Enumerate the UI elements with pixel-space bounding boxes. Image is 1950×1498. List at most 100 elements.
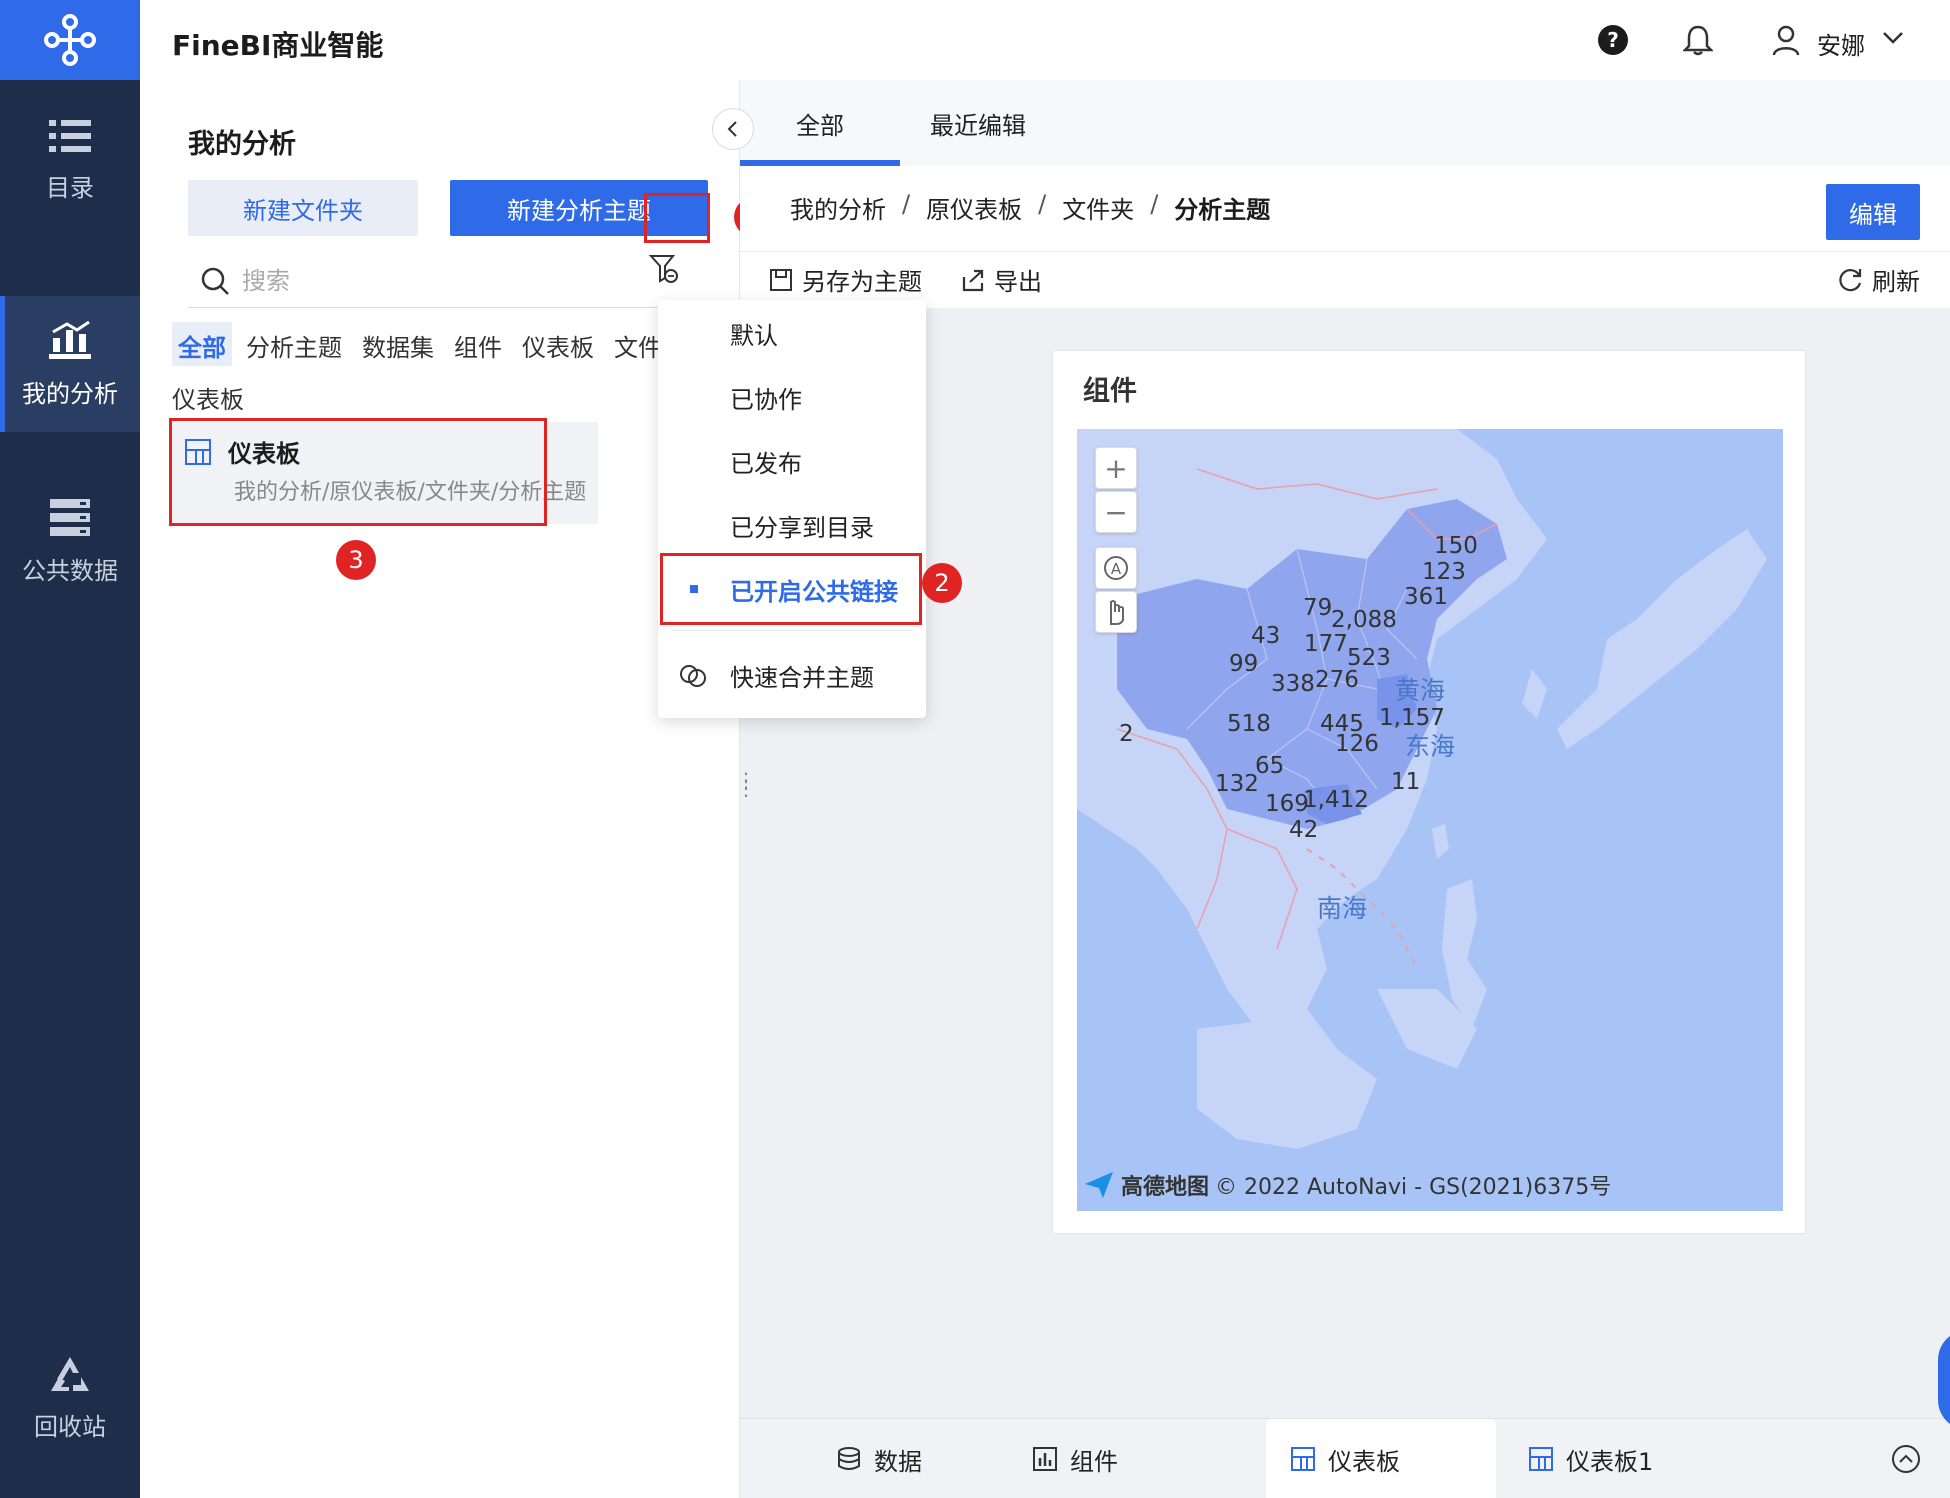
analysis-panel: 我的分析 新建文件夹 新建分析主题 1 全部 分析主题 数据集 组件 仪表板 文… xyxy=(140,80,774,1498)
zoom-out-button[interactable]: − xyxy=(1095,491,1137,533)
map-label: 276 xyxy=(1315,667,1359,693)
map-label: 43 xyxy=(1251,623,1281,649)
map-label: 1,412 xyxy=(1303,787,1369,813)
map-label: 338 xyxy=(1271,671,1315,697)
map-attribution-text: © 2022 AutoNavi - GS(2021)6375号 xyxy=(1215,1175,1612,1200)
crumb-folder[interactable]: 文件夹 xyxy=(1062,190,1134,225)
sheet-tab-dashboard1[interactable]: 仪表板1 xyxy=(1528,1419,1728,1498)
menu-item-shared-to-catalog[interactable]: 已分享到目录 xyxy=(658,494,926,556)
filter-menu: 默认 已协作 已发布 已分享到目录 已开启公共链接 快速合并主题 xyxy=(658,300,926,718)
amap-logo-icon xyxy=(1085,1172,1113,1198)
callout-box-result xyxy=(169,418,547,526)
crumb-original-dashboard[interactable]: 原仪表板 xyxy=(926,190,1022,225)
main-area: 全部 最近编辑 我的分析 / 原仪表板 / 文件夹 / 分析主题 编辑 另存为主… xyxy=(740,80,1950,1498)
svg-text:A: A xyxy=(1111,560,1122,578)
filter-tab-component[interactable]: 组件 xyxy=(448,322,508,366)
app-root: 目录 我的分析 公共数据 回收站 FineBI商业智能 ? 安娜 我的分析 新建… xyxy=(0,0,1950,1498)
map-label: 99 xyxy=(1229,651,1259,677)
app-logo[interactable] xyxy=(0,0,140,80)
sheet-tab-data[interactable]: 数据 xyxy=(836,1419,996,1498)
nav-label-catalog: 目录 xyxy=(46,173,94,202)
map-label: 150 xyxy=(1434,533,1478,559)
expand-up-icon[interactable] xyxy=(1890,1443,1922,1479)
nav-item-my-analysis[interactable]: 我的分析 xyxy=(0,296,140,432)
crumb-my-analysis[interactable]: 我的分析 xyxy=(790,190,886,225)
search-icon xyxy=(201,267,229,295)
sheet-tab-data-label: 数据 xyxy=(874,1447,922,1476)
map-label: 123 xyxy=(1422,559,1466,585)
sheet-tab-component-label: 组件 xyxy=(1070,1447,1118,1476)
user-name[interactable]: 安娜 xyxy=(1817,26,1865,61)
filter-tab-theme[interactable]: 分析主题 xyxy=(240,322,348,366)
save-as-theme-button[interactable]: 另存为主题 xyxy=(768,262,922,297)
filter-button[interactable] xyxy=(644,244,684,292)
crumb-analysis-theme: 分析主题 xyxy=(1174,196,1271,224)
export-icon xyxy=(962,269,984,291)
svg-text:?: ? xyxy=(1607,28,1619,52)
menu-divider xyxy=(672,630,912,631)
panel-resize-handle[interactable]: ⋮ ⋮ xyxy=(736,770,756,798)
collapse-panel-button[interactable] xyxy=(712,108,754,150)
export-button[interactable]: 导出 xyxy=(960,262,1042,297)
search-input[interactable] xyxy=(242,262,622,300)
refresh-label: 刷新 xyxy=(1872,268,1920,296)
map-label: 11 xyxy=(1391,769,1421,795)
map-label: 79 xyxy=(1303,595,1333,621)
zoom-in-button[interactable]: + xyxy=(1095,447,1137,489)
nav-label-recycle: 回收站 xyxy=(34,1412,106,1441)
menu-item-published[interactable]: 已发布 xyxy=(658,430,926,492)
filter-tab-dashboard[interactable]: 仪表板 xyxy=(516,322,600,366)
filter-tab-all[interactable]: 全部 xyxy=(172,322,232,366)
help-icon[interactable]: ? xyxy=(1593,20,1633,60)
save-icon xyxy=(770,268,792,291)
map-widget[interactable]: 组件 150 123 361 79 2,088 43 177 523 99 33… xyxy=(1052,350,1806,1234)
tab-recent[interactable]: 最近编辑 xyxy=(930,80,1070,166)
tab-all[interactable]: 全部 xyxy=(740,80,900,166)
sea-label: 东海 xyxy=(1405,732,1456,761)
map-label: 518 xyxy=(1227,711,1271,737)
chevron-down-icon[interactable] xyxy=(1880,24,1906,54)
bar-chart-icon xyxy=(1033,1447,1057,1471)
nav-label-my-analysis: 我的分析 xyxy=(22,379,118,408)
new-folder-button[interactable]: 新建文件夹 xyxy=(188,180,418,236)
app-title: FineBI商业智能 xyxy=(172,29,384,62)
filter-tabs: 全部 分析主题 数据集 组件 仪表板 文件 xyxy=(172,322,676,366)
callout-badge-2: 2 xyxy=(922,563,962,603)
amap-logo-text: 高德地图 xyxy=(1121,1175,1210,1200)
filter-tab-dataset[interactable]: 数据集 xyxy=(356,322,440,366)
crumb-separator: / xyxy=(1038,190,1047,218)
panel-title: 我的分析 xyxy=(188,129,296,160)
map-view[interactable]: 150 123 361 79 2,088 43 177 523 99 338 2… xyxy=(1077,429,1783,1211)
map-label: 177 xyxy=(1304,631,1348,657)
edit-button[interactable]: 编辑 xyxy=(1826,184,1920,240)
sheet-tab-dashboard[interactable]: 仪表板 xyxy=(1266,1419,1496,1498)
sheet-tab-component[interactable]: 组件 xyxy=(1032,1419,1192,1498)
refresh-button[interactable]: 刷新 xyxy=(1836,262,1920,297)
bell-icon[interactable] xyxy=(1678,20,1718,60)
menu-item-merge-theme[interactable]: 快速合并主题 xyxy=(658,644,926,706)
database-icon xyxy=(50,498,90,536)
left-nav: 目录 我的分析 公共数据 回收站 xyxy=(0,0,140,1498)
map-label: 132 xyxy=(1215,771,1259,797)
main-tabs: 全部 最近编辑 xyxy=(740,80,1950,166)
sea-label: 黄海 xyxy=(1395,676,1446,705)
dashboard-icon xyxy=(1529,1447,1553,1471)
search-box xyxy=(188,254,688,308)
menu-item-collaborated[interactable]: 已协作 xyxy=(658,366,926,428)
crumb-separator: / xyxy=(902,190,911,218)
map-label: 2,088 xyxy=(1331,607,1397,633)
breadcrumb-bar: 我的分析 / 原仪表板 / 文件夹 / 分析主题 编辑 xyxy=(740,166,1950,252)
nav-item-catalog[interactable]: 目录 xyxy=(0,92,140,228)
widget-title: 组件 xyxy=(1083,376,1137,407)
user-icon[interactable] xyxy=(1766,20,1806,60)
list-icon xyxy=(49,119,91,152)
sheet-tab-dashboard-label: 仪表板 xyxy=(1328,1447,1400,1476)
export-label: 导出 xyxy=(994,268,1042,296)
nav-item-public-data[interactable]: 公共数据 xyxy=(0,474,140,610)
logo-icon xyxy=(44,14,96,66)
menu-item-default[interactable]: 默认 xyxy=(658,302,926,364)
rotate-compass-icon[interactable]: A xyxy=(1095,547,1137,589)
sheet-tab-bar: 数据 组件 仪表板 仪表板1 xyxy=(740,1418,1950,1498)
nav-item-recycle[interactable]: 回收站 xyxy=(0,1330,140,1466)
pan-hand-icon[interactable] xyxy=(1095,591,1137,633)
